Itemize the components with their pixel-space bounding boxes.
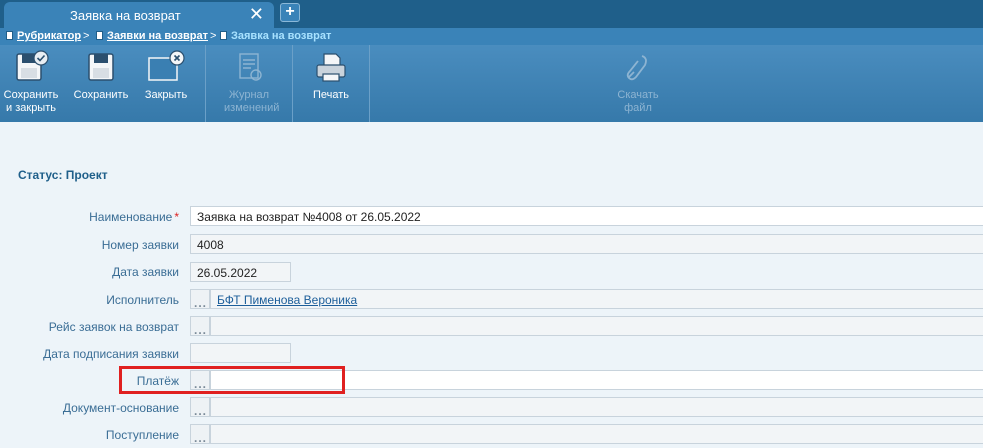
receipt-picker-button[interactable]: ...	[190, 424, 210, 445]
toolbar-separator	[369, 45, 370, 122]
close-button[interactable]: Закрыть	[138, 45, 194, 122]
executor-picker-button[interactable]: ...	[190, 289, 210, 310]
run-label: Рейс заявок на возврат	[48, 320, 179, 334]
change-journal-button[interactable]: Журнал изменений	[206, 45, 292, 122]
executor-label: Исполнитель	[106, 293, 179, 307]
add-tab-button[interactable]: +	[280, 3, 300, 22]
receipt-label: Поступление	[105, 428, 179, 442]
breadcrumb: Рубрикатор > Заявки на возврат > Заявка на…	[0, 28, 983, 45]
list-icon	[6, 31, 13, 40]
tab-bar: Заявка на возврат ✕ +	[0, 0, 983, 28]
printer-icon	[316, 53, 346, 82]
save-icon	[88, 53, 114, 81]
attachment-icon	[626, 55, 647, 81]
executor-field: БФТ Пименова Вероника	[210, 289, 983, 309]
tab-request[interactable]: Заявка на возврат ✕	[4, 2, 274, 28]
breadcrumb-item-rubricator: Рубрикатор >	[6, 30, 89, 42]
sign-date-label: Дата подписания заявки	[43, 347, 179, 361]
run-picker-button[interactable]: ...	[190, 316, 210, 337]
date-label: Дата заявки	[112, 265, 179, 279]
save-close-icon	[16, 50, 49, 81]
toolbar: Сохранить и закрыть Сохранить Закрыть Жу…	[0, 45, 983, 122]
base-doc-label: Документ-основание	[62, 401, 179, 415]
download-file-button[interactable]: Скачать файл	[605, 45, 671, 122]
receipt-field	[210, 424, 983, 444]
print-button[interactable]: Печать	[293, 45, 369, 122]
name-label: Наименование *	[89, 210, 179, 224]
name-input[interactable]: Заявка на возврат №4008 от 26.05.2022	[190, 206, 983, 226]
breadcrumb-item-requests: Заявки на возврат >	[96, 30, 216, 42]
tab-title: Заявка на возврат	[70, 8, 181, 23]
document-icon	[96, 31, 103, 40]
number-label: Номер заявки	[101, 238, 179, 252]
run-field	[210, 316, 983, 336]
request-date-field[interactable]: 26.05.2022	[190, 262, 291, 282]
status-label: Статус: Проект	[18, 168, 108, 182]
save-button[interactable]: Сохранить	[66, 45, 136, 122]
save-and-close-button[interactable]: Сохранить и закрыть	[0, 45, 62, 122]
journal-icon	[239, 53, 262, 81]
close-window-icon	[148, 50, 185, 81]
highlight-box	[119, 366, 345, 394]
breadcrumb-link-requests[interactable]: Заявки на возврат	[107, 30, 208, 42]
request-number-field: 4008	[190, 234, 983, 254]
base-doc-field	[210, 397, 983, 417]
document-icon	[220, 31, 227, 40]
breadcrumb-link-rubricator[interactable]: Рубрикатор	[17, 30, 81, 42]
close-icon[interactable]: ✕	[249, 5, 264, 23]
sign-date-field[interactable]	[190, 343, 291, 363]
breadcrumb-item-current: Заявка на возврат	[220, 30, 331, 42]
executor-link[interactable]: БФТ Пименова Вероника	[217, 293, 357, 307]
base-doc-picker-button[interactable]: ...	[190, 397, 210, 418]
required-marker: *	[174, 210, 179, 224]
